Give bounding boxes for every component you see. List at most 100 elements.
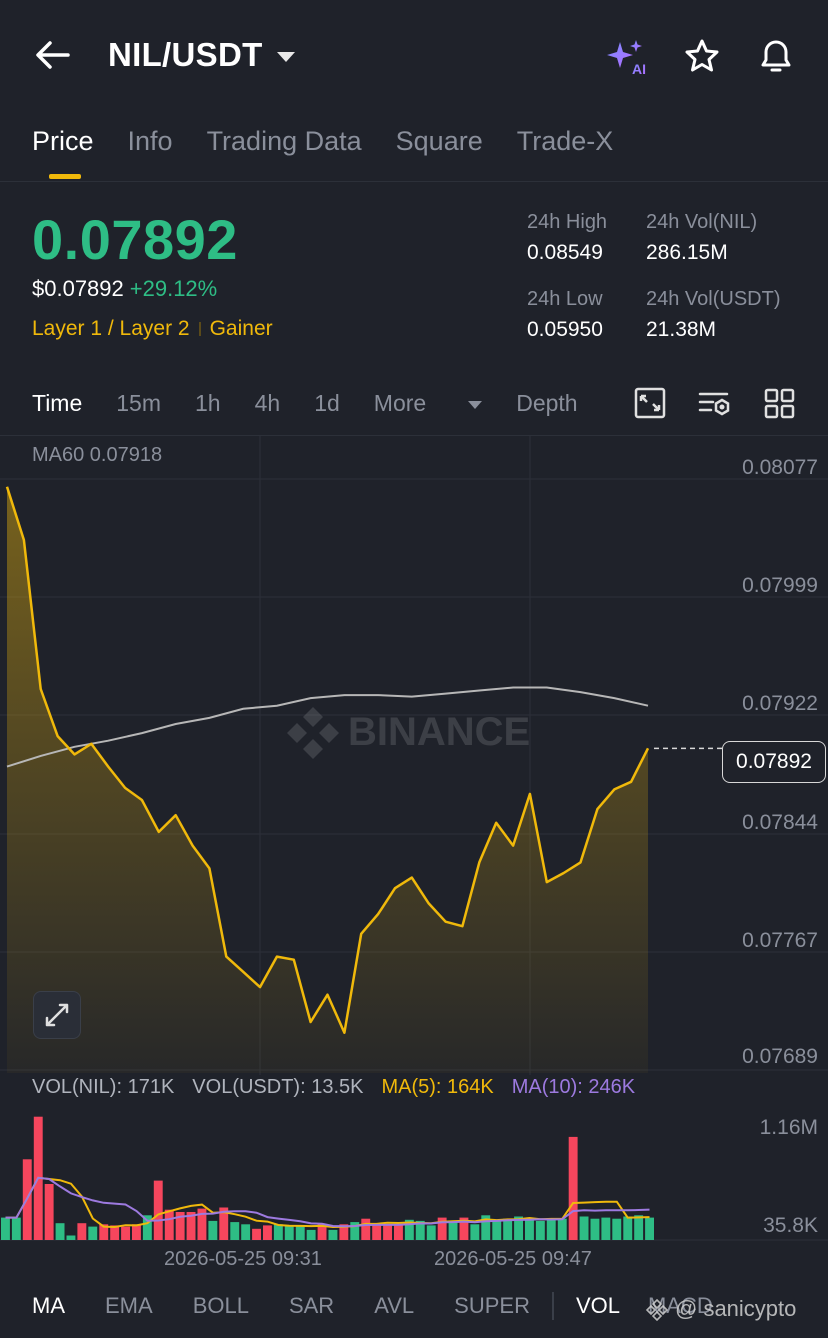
y-tick-0: 0.08077: [742, 456, 818, 479]
timeframe-4h[interactable]: 4h: [255, 390, 281, 417]
volume-bar: [492, 1220, 502, 1240]
tag-row: Layer 1 / Layer 2 Gainer: [32, 317, 273, 341]
bell-icon[interactable]: [757, 36, 795, 76]
volume-chart[interactable]: [0, 1100, 828, 1250]
timeframe-time[interactable]: Time: [32, 390, 82, 417]
vol-usdt-label: 24h Vol(USDT): [646, 288, 781, 310]
tab-price[interactable]: Price: [32, 126, 94, 179]
chart-settings-icon[interactable]: [633, 386, 667, 420]
volume-bar: [241, 1224, 251, 1240]
usd-price-row: $0.07892 +29.12%: [32, 276, 217, 302]
volume-bar: [55, 1223, 65, 1240]
usd-price: $0.07892: [32, 276, 124, 301]
volume-bar: [568, 1136, 578, 1240]
pair-selector[interactable]: NIL/USDT: [108, 36, 295, 74]
indicator-avl[interactable]: AVL: [374, 1293, 414, 1319]
vol-nil-value: 286.15M: [646, 241, 728, 264]
indicator-separator: [551, 1292, 554, 1320]
tag-category[interactable]: Layer 1 / Layer 2: [32, 317, 190, 341]
indicator-super[interactable]: SUPER: [454, 1293, 530, 1319]
volume-bar: [252, 1228, 261, 1240]
volume-bar: [645, 1217, 654, 1240]
star-icon[interactable]: [683, 38, 721, 74]
ai-sparkle-icon[interactable]: AI: [606, 38, 650, 76]
high-value: 0.08549: [527, 241, 603, 264]
volume-bar: [1, 1217, 10, 1240]
tabs-divider: [0, 181, 828, 182]
timeframe-bar: Time 15m 1h 4h 1d More Depth: [32, 390, 612, 417]
volume-bar: [306, 1229, 316, 1240]
volume-bar: [557, 1218, 567, 1240]
price-area-fill: [7, 486, 648, 1073]
volume-bar: [44, 1184, 54, 1240]
vol-ma10: MA(10): 246K: [511, 1076, 636, 1098]
timeframe-1h[interactable]: 1h: [195, 390, 221, 417]
volume-bar: [284, 1225, 294, 1240]
price-chart[interactable]: BINANCE: [0, 435, 828, 1075]
tab-info[interactable]: Info: [128, 126, 173, 157]
indicator-boll[interactable]: BOLL: [193, 1293, 249, 1319]
vol-usdt-value: 21.38M: [646, 318, 717, 341]
volume-bar: [426, 1225, 436, 1240]
low-value: 0.05950: [527, 318, 603, 341]
x-tick-1: 2026-05-25 09:47: [434, 1248, 592, 1270]
low-label: 24h Low: [527, 288, 603, 310]
volume-bar: [328, 1229, 338, 1240]
vol-ma5: MA(5): 164K: [381, 1076, 494, 1098]
volume-bar: [525, 1218, 534, 1240]
tab-trade-x[interactable]: Trade-X: [517, 126, 614, 157]
volume-bar: [88, 1226, 98, 1240]
back-arrow-icon[interactable]: [34, 38, 70, 72]
volume-bar: [383, 1224, 392, 1240]
last-price: 0.07892: [32, 208, 238, 271]
vol-y-tick-0: 1.16M: [759, 1116, 818, 1139]
volume-bar: [372, 1224, 382, 1240]
volume-bar: [503, 1218, 513, 1240]
svg-text:AI: AI: [632, 61, 646, 76]
watermark-text: BINANCE: [348, 710, 530, 754]
y-tick-2: 0.07922: [742, 692, 818, 715]
indicator-sar[interactable]: SAR: [289, 1293, 334, 1319]
volume-bar: [230, 1222, 240, 1240]
volume-bar: [634, 1215, 644, 1240]
indicator-ma[interactable]: MA: [32, 1293, 65, 1319]
volume-bar: [361, 1218, 371, 1240]
tab-trading-data[interactable]: Trading Data: [207, 126, 362, 157]
vol-ma10-line: [5, 1176, 650, 1228]
more-label: More: [373, 390, 427, 416]
vol-nil-label: 24h Vol(NIL): [646, 211, 758, 233]
indicator-ema[interactable]: EMA: [105, 1293, 153, 1319]
user-watermark: @ sanicypto: [645, 1296, 796, 1322]
volume-bar: [273, 1224, 283, 1240]
timeframe-15m[interactable]: 15m: [116, 390, 161, 417]
x-tick-0: 2026-05-25 09:31: [164, 1248, 322, 1270]
timeframe-more[interactable]: More: [373, 390, 483, 417]
tab-square[interactable]: Square: [396, 126, 483, 157]
y-tick-1: 0.07999: [742, 574, 818, 597]
expand-icon: [45, 1003, 69, 1027]
volume-bar: [394, 1225, 403, 1240]
binance-logo-icon: [645, 1298, 669, 1321]
y-tick-4: 0.07767: [742, 929, 818, 952]
chevron-down-icon: [276, 52, 295, 62]
grid-layout-icon[interactable]: [763, 387, 797, 421]
y-tick-3: 0.07844: [742, 811, 818, 834]
fullscreen-button[interactable]: [33, 991, 81, 1039]
price-change: +29.12%: [129, 276, 218, 301]
timeframe-1d[interactable]: 1d: [314, 390, 340, 417]
volume-bar: [66, 1235, 76, 1240]
volume-bar: [590, 1218, 600, 1240]
indicator-vol[interactable]: VOL: [576, 1293, 620, 1319]
y-tick-5: 0.07689: [742, 1045, 818, 1068]
vol-usdt: VOL(USDT): 13.5K: [192, 1076, 364, 1098]
volume-bar: [77, 1223, 87, 1240]
volume-bar: [132, 1224, 141, 1240]
indicator-settings-icon[interactable]: [697, 388, 733, 420]
tag-gainer[interactable]: Gainer: [210, 317, 273, 341]
volume-bar: [601, 1217, 611, 1240]
high-label: 24h High: [527, 211, 608, 233]
depth-tab[interactable]: Depth: [516, 390, 577, 417]
main-tabs: Price Info Trading Data Square Trade-X: [32, 126, 647, 179]
volume-bar: [263, 1225, 272, 1240]
volume-bar: [546, 1219, 556, 1240]
